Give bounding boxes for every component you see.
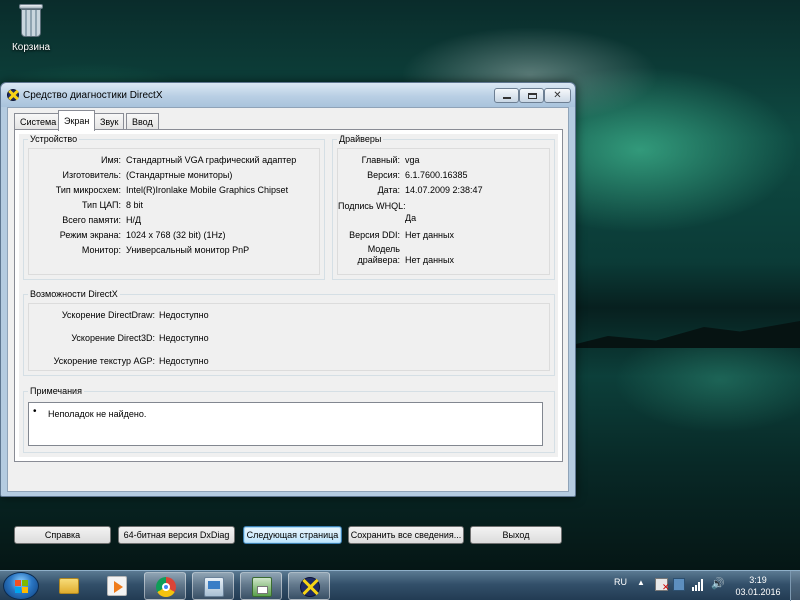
drivers-group: Драйверы Главный: vga Версия: 6.1.7600.1… — [332, 134, 555, 280]
field-value: Нет данных — [405, 255, 454, 265]
field-value: 1024 x 768 (32 bit) (1Hz) — [126, 230, 226, 240]
field-label: Модель — [367, 244, 400, 254]
field-label: Подпись WHQL: — [338, 201, 406, 211]
field-label: Версия DDI: — [349, 230, 400, 240]
field-value: Н/Д — [126, 215, 142, 225]
notes-group-label: Примечания — [28, 386, 84, 396]
directx-icon — [300, 577, 320, 597]
device-fields: Имя: Стандартный VGA графический адаптер… — [28, 148, 320, 275]
exit-button[interactable]: Выход — [470, 526, 562, 544]
taskbar-media-player[interactable] — [96, 572, 138, 600]
device-group: Устройство Имя: Стандартный VGA графичес… — [23, 134, 325, 280]
tab-page-inner: Устройство Имя: Стандартный VGA графичес… — [19, 134, 558, 457]
directx-features-fields: Ускорение DirectDraw: Недоступно Ускорен… — [28, 303, 550, 371]
field-label: Главный: — [361, 155, 400, 165]
field-value: Да — [405, 213, 417, 223]
language-indicator[interactable]: RU — [614, 577, 627, 607]
notes-textbox[interactable]: • Неполадок не найдено. — [28, 402, 543, 446]
action-center-icon[interactable]: ✕ — [655, 578, 670, 592]
start-button[interactable] — [3, 572, 39, 600]
field-label: Ускорение DirectDraw: — [61, 310, 155, 320]
tray-clock[interactable]: 3:19 03.01.2016 — [730, 574, 786, 598]
directx-icon — [7, 89, 19, 101]
note-item: Неполадок не найдено. — [48, 409, 147, 419]
recycle-bin-icon — [18, 4, 44, 38]
field-value: 8 bit — [126, 200, 144, 210]
field-label: Монитор: — [81, 245, 121, 255]
tab-display[interactable]: Экран — [58, 110, 96, 131]
field-label: Тип микросхем: — [55, 185, 121, 195]
field-value: (Стандартные мониторы) — [126, 170, 233, 180]
field-value: Нет данных — [405, 230, 454, 240]
media-player-icon — [107, 576, 127, 596]
dxdiag-window: Средство диагностики DirectX ✕ Система Э… — [0, 82, 576, 544]
field-label: Тип ЦАП: — [81, 200, 121, 210]
minimize-button[interactable] — [494, 88, 519, 103]
taskbar-explorer[interactable] — [48, 572, 90, 600]
field-label: Всего памяти: — [62, 215, 121, 225]
window-title: Средство диагностики DirectX — [23, 90, 163, 101]
device-group-label: Устройство — [28, 134, 80, 144]
field-value: vga — [405, 155, 420, 165]
drivers-group-label: Драйверы — [337, 134, 384, 144]
maximize-icon — [528, 93, 537, 99]
signal-icon[interactable] — [692, 578, 706, 591]
tab-input[interactable]: Ввод — [126, 113, 159, 130]
drivers-fields: Главный: vga Версия: 6.1.7600.16385 Дата… — [337, 148, 550, 275]
notes-group: Примечания • Неполадок не найдено. — [23, 386, 555, 453]
field-label: Ускорение текстур AGP: — [53, 356, 155, 366]
save-all-info-button[interactable]: Сохранить все сведения... — [348, 526, 464, 544]
taskbar: RU ▲ ✕ 🔊 3:19 03.01.2016 — [0, 570, 800, 601]
taskbar-chrome[interactable] — [144, 572, 186, 600]
field-label: драйвера: — [357, 255, 401, 265]
recycle-bin-shortcut[interactable]: Корзина — [8, 4, 54, 53]
taskbar-installer[interactable] — [240, 572, 282, 600]
clock-time: 3:19 — [749, 575, 767, 585]
taskbar-control-panel[interactable] — [192, 572, 234, 600]
tab-sound[interactable]: Звук — [94, 113, 125, 130]
field-value: 6.1.7600.16385 — [405, 170, 468, 180]
next-page-button[interactable]: Следующая страница — [243, 526, 342, 544]
volume-icon[interactable]: 🔊 — [711, 577, 725, 607]
bullet-icon: • — [33, 406, 37, 417]
control-panel-icon — [204, 577, 224, 597]
field-label: Версия: — [367, 170, 400, 180]
field-label: Изготовитель: — [62, 170, 122, 180]
field-value: Intel(R)Ironlake Mobile Graphics Chipset — [126, 185, 289, 195]
clock-date: 03.01.2016 — [735, 587, 781, 597]
chrome-icon — [156, 577, 176, 597]
directx-features-group-label: Возможности DirectX — [28, 289, 120, 299]
taskbar-directx[interactable] — [288, 572, 330, 600]
directx-features-group: Возможности DirectX Ускорение DirectDraw… — [23, 289, 555, 376]
field-value: Стандартный VGA графический адаптер — [126, 155, 297, 165]
window-body: Система Экран Звук Ввод Устройство Имя: … — [7, 107, 569, 492]
mountain-silhouette — [560, 321, 800, 348]
recycle-bin-label: Корзина — [11, 42, 51, 53]
field-value: Недоступно — [159, 333, 209, 343]
tab-page-display: Устройство Имя: Стандартный VGA графичес… — [14, 129, 563, 462]
installer-icon — [252, 577, 272, 597]
windows-logo-icon — [15, 580, 29, 594]
field-value: Недоступно — [159, 310, 209, 320]
field-label: Дата: — [377, 185, 400, 195]
help-button[interactable]: Справка — [14, 526, 111, 544]
close-icon: ✕ — [553, 90, 562, 101]
show-desktop-button[interactable] — [790, 571, 800, 601]
window-titlebar[interactable]: Средство диагностики DirectX ✕ — [1, 83, 575, 107]
field-label: Имя: — [100, 155, 121, 165]
maximize-button[interactable] — [519, 88, 544, 103]
dxdiag64-button[interactable]: 64-битная версия DxDiag — [118, 526, 235, 544]
network-icon[interactable] — [673, 578, 685, 591]
close-button[interactable]: ✕ — [544, 88, 571, 103]
show-hidden-icons-button[interactable]: ▲ — [637, 578, 645, 608]
explorer-folder-icon — [59, 578, 79, 594]
field-value: Недоступно — [159, 356, 209, 366]
field-label: Ускорение Direct3D: — [71, 333, 155, 343]
field-value: 14.07.2009 2:38:47 — [405, 185, 483, 195]
field-label: Режим экрана: — [59, 230, 121, 240]
minimize-icon — [503, 97, 511, 99]
field-value: Универсальный монитор PnP — [126, 245, 250, 255]
tab-system[interactable]: Система — [14, 113, 63, 130]
